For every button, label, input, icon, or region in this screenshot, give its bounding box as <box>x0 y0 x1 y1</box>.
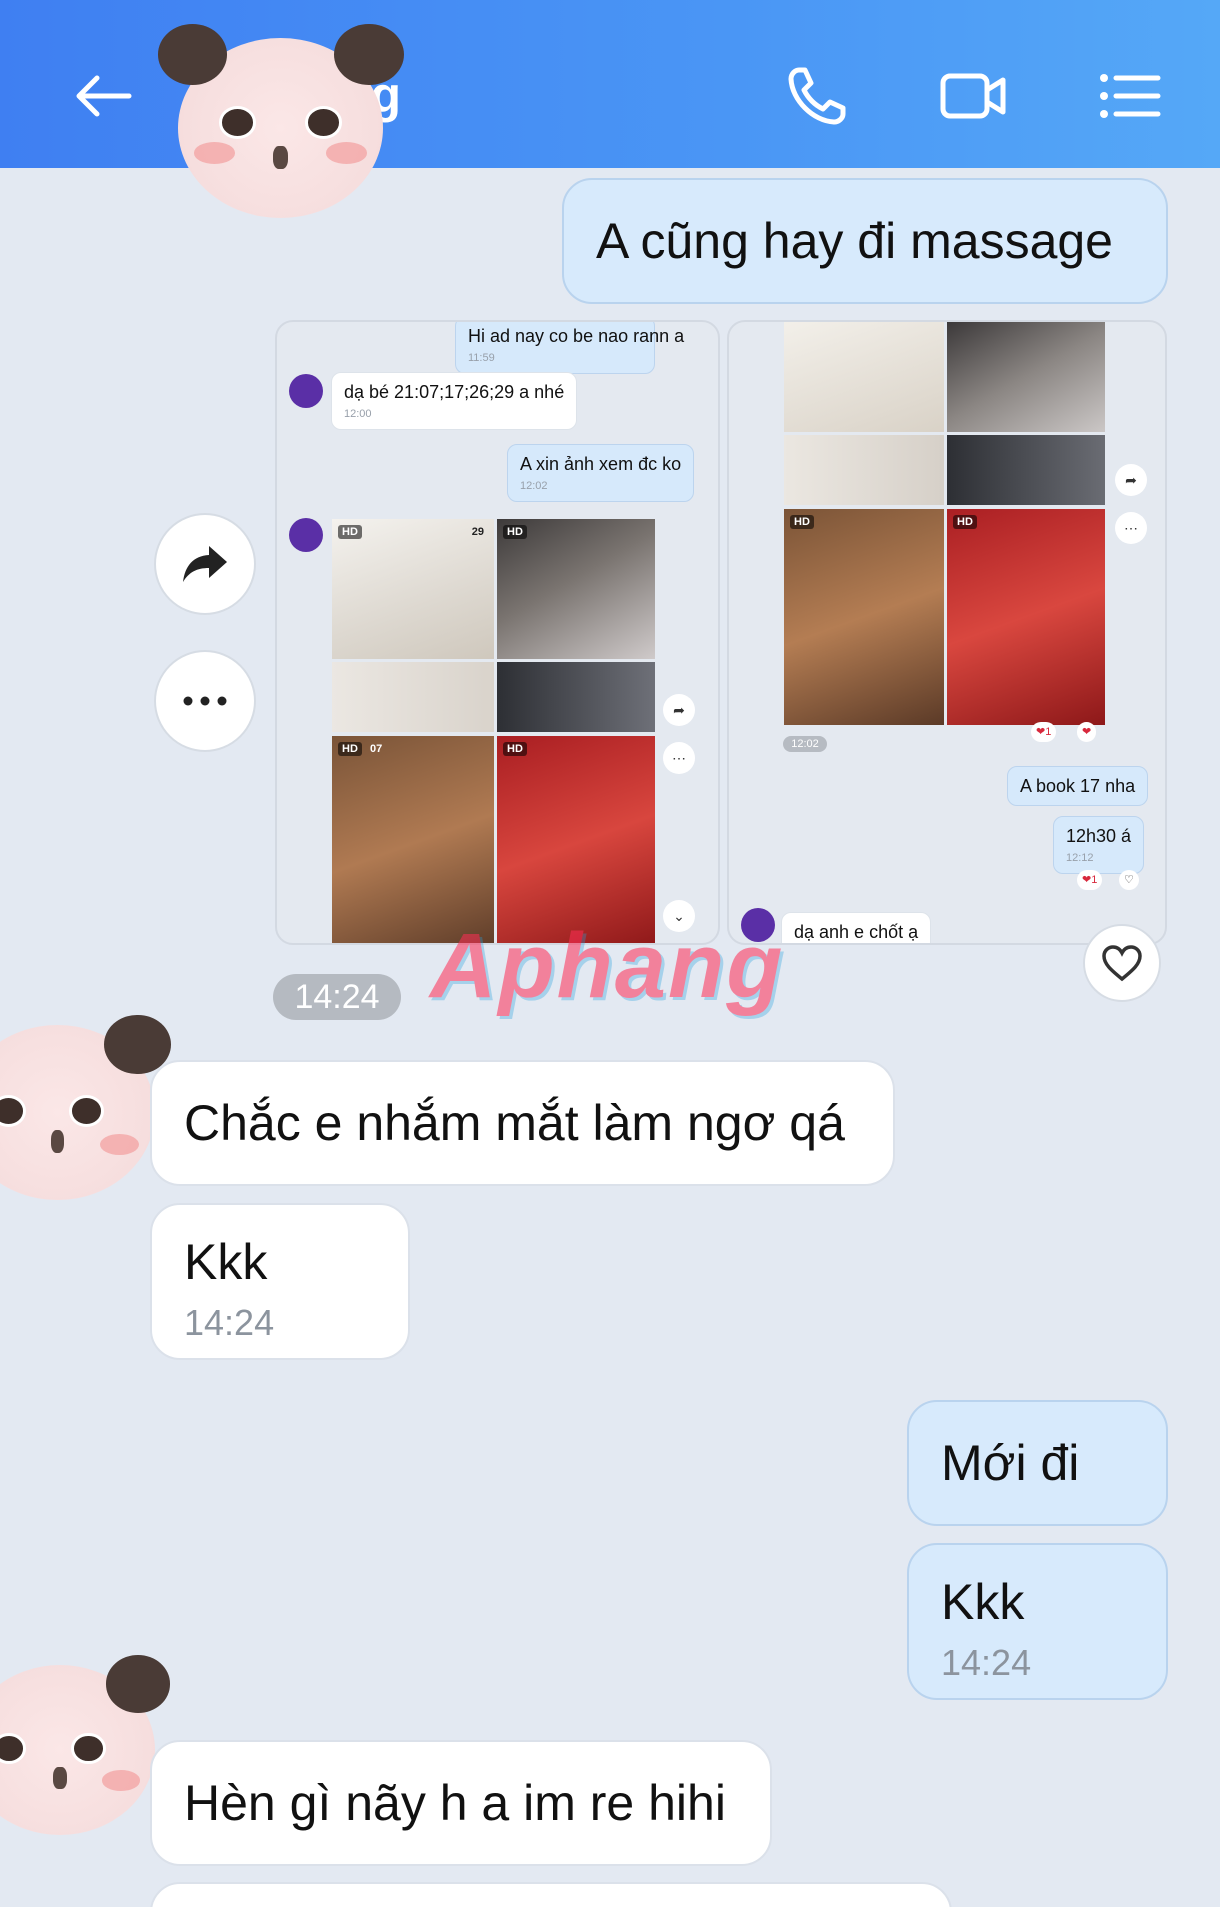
list-menu-icon[interactable] <box>1090 56 1170 136</box>
photo-thumbnail <box>784 322 944 432</box>
message-time: 14:24 <box>941 1642 1032 1683</box>
incoming-message[interactable]: Hèn gì nãy h a im re hihi <box>150 1740 772 1866</box>
heart-reaction-icon: ❤ <box>1077 722 1097 742</box>
outgoing-message[interactable]: A cũng hay đi massage <box>562 178 1168 304</box>
message-time: 14:24 <box>184 1302 275 1343</box>
message-text: Mới đi <box>941 1435 1080 1491</box>
heart-reaction-count: ❤1 <box>1077 870 1103 890</box>
mini-message: dạ anh e chốt ạ <box>781 912 932 943</box>
mini-message: 12h30 á 12:12 <box>1053 816 1145 874</box>
heart-outline-icon <box>1102 945 1142 982</box>
incoming-message[interactable]: Kkk 14:24 <box>150 1203 410 1360</box>
photo-thumbnail: HD <box>784 509 944 725</box>
phone-icon[interactable] <box>777 56 857 136</box>
message-text: Hèn gì nãy h a im re hihi <box>184 1775 726 1831</box>
share-arrow-icon <box>183 546 227 582</box>
mini-message: dạ bé 21:07;17;26;29 a nhé 12:00 <box>331 372 578 430</box>
watermark-logo: Aphang <box>430 915 785 1017</box>
mini-message: A book 17 nha <box>1007 766 1149 806</box>
incoming-message-partial[interactable] <box>150 1882 952 1907</box>
photo-thumbnail <box>784 435 944 505</box>
photo-thumbnail: HD 29 <box>332 519 494 659</box>
photo-thumbnail: HD <box>947 509 1105 725</box>
outgoing-message[interactable]: Kkk 14:24 <box>907 1543 1168 1700</box>
video-camera-icon[interactable] <box>934 56 1014 136</box>
photo-thumbnail <box>497 662 655 732</box>
mini-message: Hi ad nay co be nao rann a 11:59 <box>455 322 684 374</box>
mini-message: A xin ảnh xem đc ko 12:02 <box>507 444 695 502</box>
message-text: Chắc e nhắm mắt làm ngơ qá <box>184 1095 845 1151</box>
heart-reaction-count: ❤1 <box>1031 722 1057 742</box>
forward-button[interactable] <box>154 513 256 615</box>
mini-more-icon: ⋯ <box>1115 512 1147 544</box>
mini-more-icon: ⋯ <box>663 742 695 774</box>
sender-avatar[interactable] <box>0 1014 171 1200</box>
message-text: A cũng hay đi massage <box>596 213 1113 269</box>
more-options-button[interactable] <box>154 650 256 752</box>
shared-screenshot-left[interactable]: Hi ad nay co be nao rann a 11:59 dạ bé 21… <box>275 320 720 945</box>
more-dots-icon <box>183 696 227 706</box>
message-text: Kkk <box>941 1574 1025 1630</box>
react-heart-button[interactable] <box>1083 924 1161 1002</box>
photo-thumbnail: HD <box>497 519 655 659</box>
mini-forward-icon: ➦ <box>1115 464 1147 496</box>
sender-avatar[interactable] <box>0 1654 171 1835</box>
photo-thumbnail <box>947 322 1105 432</box>
mini-forward-icon: ➦ <box>663 694 695 726</box>
mini-avatar <box>289 518 323 552</box>
outgoing-message[interactable]: Mới đi <box>907 1400 1168 1526</box>
shared-screenshot-right[interactable]: HD HD ➦ ⋯ ❤1 ❤ 12:02 A book 17 nha 12h30… <box>727 320 1167 945</box>
photo-thumbnail <box>332 662 494 732</box>
incoming-message[interactable]: Chắc e nhắm mắt làm ngơ qá <box>150 1060 895 1186</box>
heart-outline-icon: ♡ <box>1119 870 1139 890</box>
message-time-pill: 14:24 <box>273 974 401 1020</box>
message-text: Kkk <box>184 1234 268 1290</box>
back-arrow-icon[interactable] <box>63 56 143 136</box>
photo-thumbnail <box>947 435 1105 505</box>
mini-avatar <box>289 374 323 408</box>
mini-time-pill: 12:02 <box>783 736 827 752</box>
contact-avatar[interactable] <box>157 23 404 218</box>
